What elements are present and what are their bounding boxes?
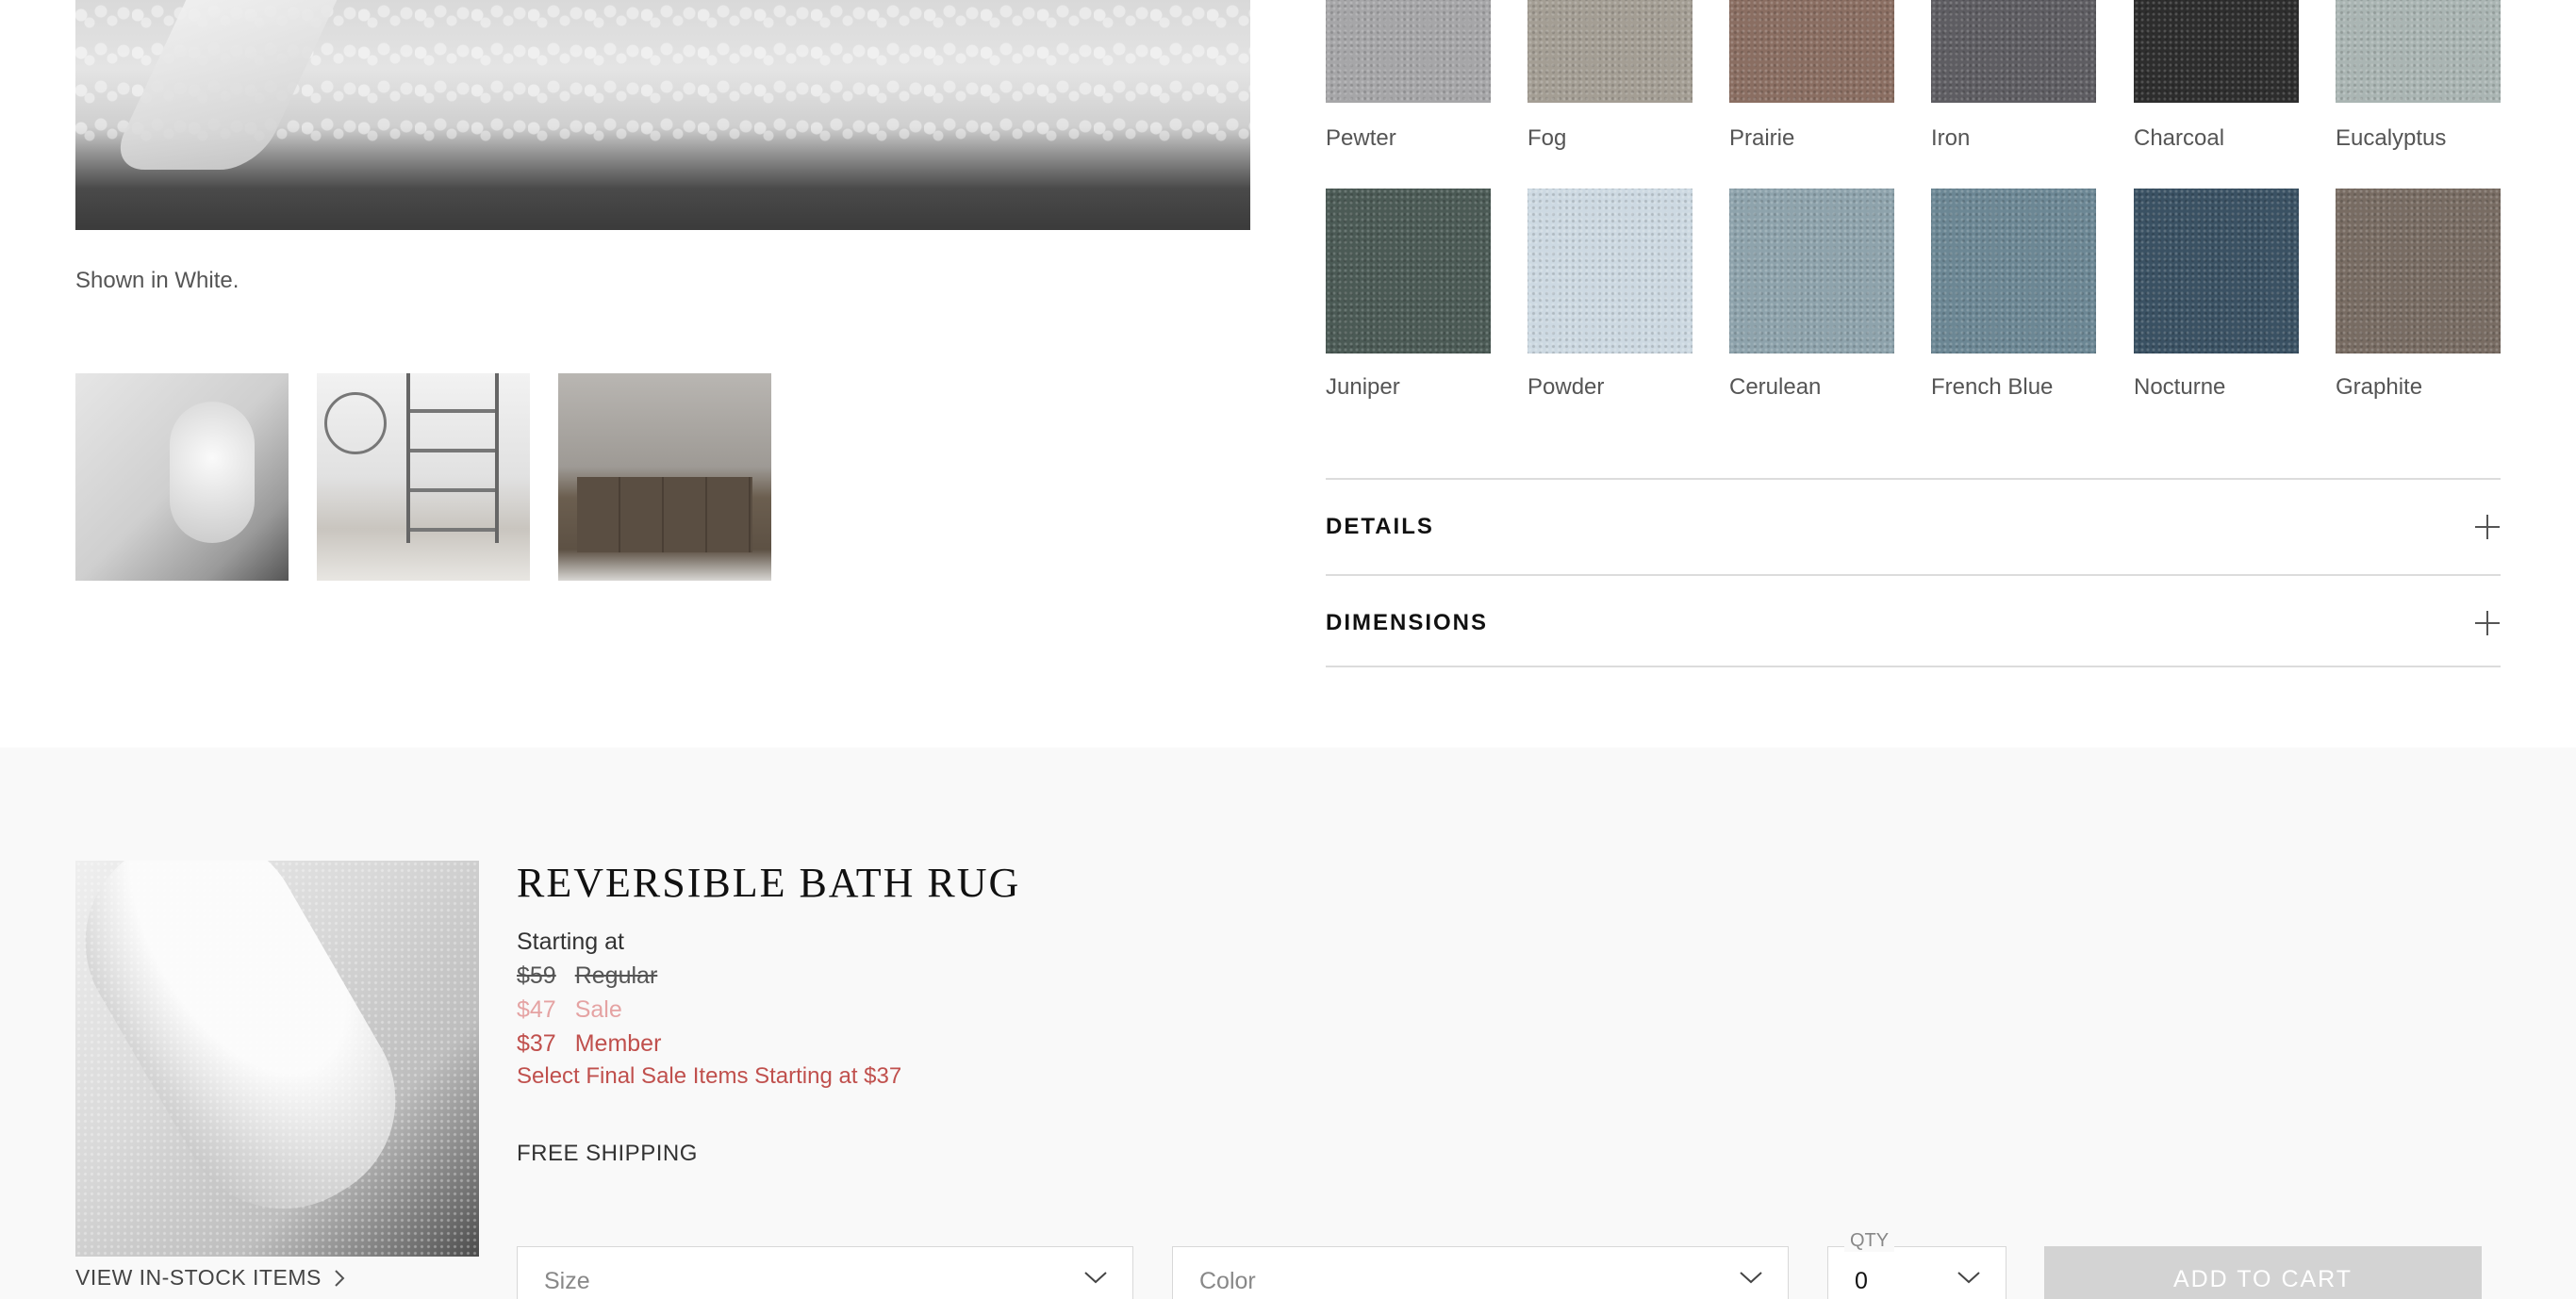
product-title: REVERSIBLE BATH RUG bbox=[517, 860, 1021, 906]
accordion-divider bbox=[1326, 666, 2501, 667]
swatch-juniper[interactable]: Juniper bbox=[1326, 189, 1491, 401]
size-select[interactable]: Size bbox=[517, 1246, 1133, 1299]
swatch-chip bbox=[1729, 189, 1894, 354]
chevron-down-icon bbox=[1957, 1272, 1980, 1284]
swatch-graphite[interactable]: Graphite bbox=[2336, 189, 2501, 401]
product-main-image[interactable] bbox=[75, 0, 1250, 230]
quantity-value: 0 bbox=[1855, 1268, 1868, 1294]
product-image[interactable] bbox=[75, 861, 479, 1257]
thumbnail-bathroom-shelving[interactable] bbox=[317, 373, 530, 581]
regular-price-label: Regular bbox=[574, 962, 658, 989]
thumbnail-rolled-rug[interactable] bbox=[75, 373, 289, 581]
swatch-chip bbox=[1527, 0, 1693, 103]
swatch-label: Cerulean bbox=[1729, 374, 1822, 400]
swatch-chip bbox=[1931, 0, 2096, 103]
member-price-label: Member bbox=[574, 1030, 662, 1057]
chevron-down-icon bbox=[1084, 1272, 1107, 1284]
plus-icon bbox=[2475, 515, 2500, 539]
regular-price: $59 Regular bbox=[517, 962, 657, 990]
swatch-label: Charcoal bbox=[2134, 125, 2225, 151]
swatch-chip bbox=[1729, 0, 1894, 103]
product-purchase-section: VIEW IN-STOCK ITEMS REVERSIBLE BATH RUG … bbox=[0, 748, 2576, 1299]
plus-icon bbox=[2475, 611, 2500, 635]
accordion-details[interactable]: DETAILS bbox=[1326, 478, 2501, 574]
swatch-label: Pewter bbox=[1326, 125, 1396, 151]
swatch-prairie[interactable]: Prairie bbox=[1729, 0, 1894, 152]
sale-price: $47 Sale bbox=[517, 996, 622, 1024]
quantity-select[interactable]: 0 bbox=[1827, 1246, 2006, 1299]
swatch-label: Graphite bbox=[2336, 374, 2423, 400]
swatch-chip bbox=[1931, 189, 2096, 354]
swatch-nocturne[interactable]: Nocturne bbox=[2134, 189, 2299, 401]
chevron-down-icon bbox=[1740, 1272, 1762, 1284]
swatch-pewter[interactable]: Pewter bbox=[1326, 0, 1491, 152]
sale-price-label: Sale bbox=[574, 996, 622, 1023]
swatch-label: French Blue bbox=[1931, 374, 2054, 400]
view-instock-link[interactable]: VIEW IN-STOCK ITEMS bbox=[75, 1265, 346, 1291]
sale-price-value: $47 bbox=[517, 996, 556, 1023]
starting-at-label: Starting at bbox=[517, 929, 624, 955]
swatch-charcoal[interactable]: Charcoal bbox=[2134, 0, 2299, 152]
accordion-dimensions[interactable]: DIMENSIONS bbox=[1326, 574, 2501, 666]
quantity-label: QTY bbox=[1844, 1230, 1895, 1252]
swatch-powder[interactable]: Powder bbox=[1527, 189, 1693, 401]
accordion-dimensions-label: DIMENSIONS bbox=[1326, 610, 1489, 635]
swatch-chip bbox=[2336, 0, 2501, 103]
color-select-placeholder: Color bbox=[1199, 1268, 1256, 1294]
swatch-chip bbox=[1326, 189, 1491, 354]
chevron-right-icon bbox=[335, 1269, 345, 1287]
swatch-label: Juniper bbox=[1326, 374, 1400, 400]
swatch-eucalyptus[interactable]: Eucalyptus bbox=[2336, 0, 2501, 152]
accordion-details-label: DETAILS bbox=[1326, 514, 1434, 539]
swatch-chip bbox=[2134, 189, 2299, 354]
member-price-value: $37 bbox=[517, 1030, 556, 1057]
thumbnail-bathroom-vanity[interactable] bbox=[558, 373, 771, 581]
thumbnail-strip bbox=[75, 373, 771, 581]
swatch-chip bbox=[2134, 0, 2299, 103]
swatch-cerulean[interactable]: Cerulean bbox=[1729, 189, 1894, 401]
swatch-label: Eucalyptus bbox=[2336, 125, 2447, 151]
swatch-chip bbox=[1527, 189, 1693, 354]
add-to-cart-button[interactable]: ADD TO CART bbox=[2044, 1246, 2482, 1299]
color-select[interactable]: Color bbox=[1172, 1246, 1789, 1299]
final-sale-note: Select Final Sale Items Starting at $37 bbox=[517, 1063, 902, 1089]
swatch-chip bbox=[2336, 189, 2501, 354]
image-caption: Shown in White. bbox=[75, 268, 239, 293]
swatch-chip bbox=[1326, 0, 1491, 103]
swatch-label: Nocturne bbox=[2134, 374, 2226, 400]
swatch-label: Fog bbox=[1527, 125, 1567, 151]
swatch-iron[interactable]: Iron bbox=[1931, 0, 2096, 152]
free-shipping-label: FREE SHIPPING bbox=[517, 1141, 698, 1166]
swatch-label: Powder bbox=[1527, 374, 1605, 400]
swatch-french-blue[interactable]: French Blue bbox=[1931, 189, 2096, 401]
regular-price-value: $59 bbox=[517, 962, 556, 989]
swatch-fog[interactable]: Fog bbox=[1527, 0, 1693, 152]
view-instock-label: VIEW IN-STOCK ITEMS bbox=[75, 1265, 322, 1290]
member-price: $37 Member bbox=[517, 1030, 661, 1058]
size-select-placeholder: Size bbox=[544, 1268, 590, 1294]
swatch-label: Prairie bbox=[1729, 125, 1795, 151]
swatch-label: Iron bbox=[1931, 125, 1971, 151]
